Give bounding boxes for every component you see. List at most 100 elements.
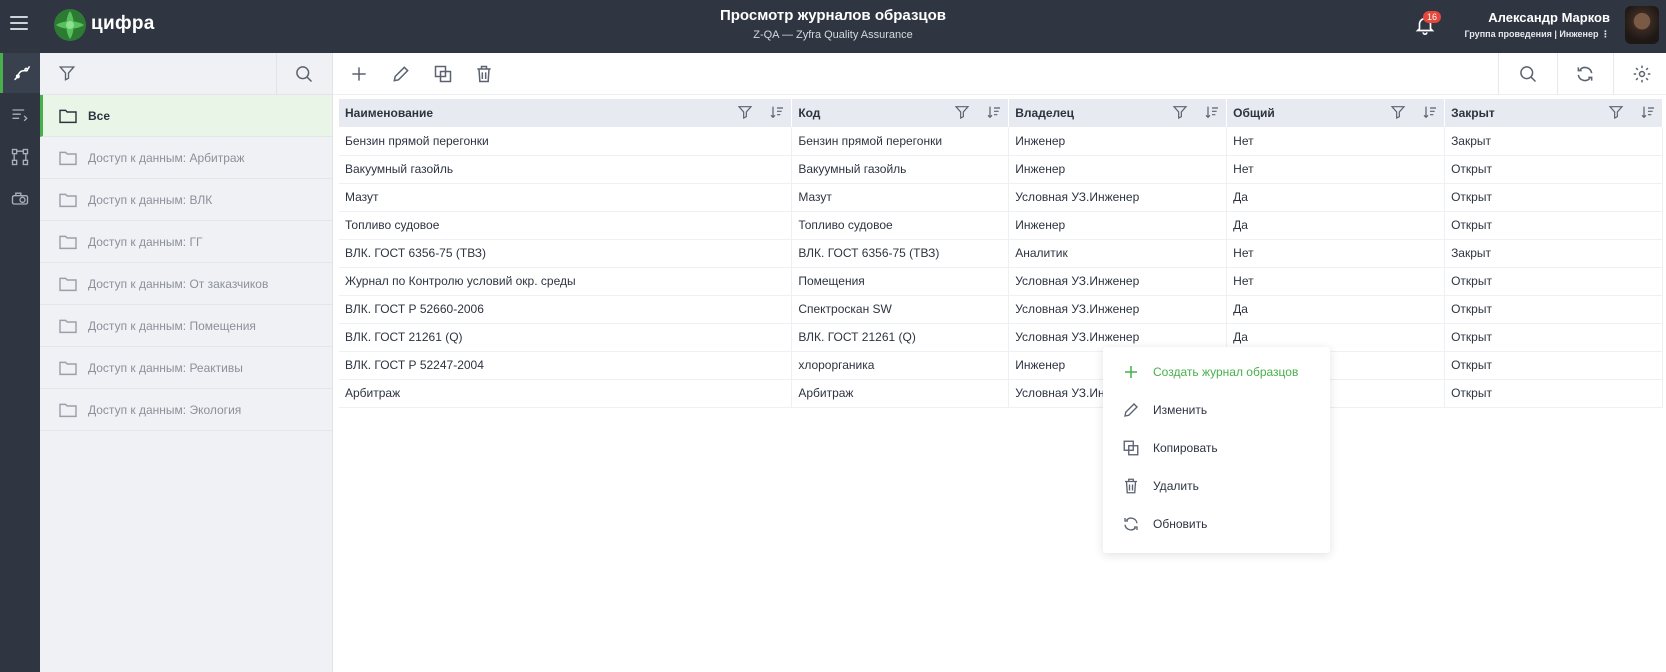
folder-icon xyxy=(59,151,77,165)
table-cell: Условная УЗ.Инженер xyxy=(1008,295,1228,324)
column-header-label: Общий xyxy=(1233,106,1275,120)
refresh-menu-item[interactable]: Обновить xyxy=(1103,505,1330,543)
table-cell: Условная УЗ.Инженер xyxy=(1008,267,1228,296)
table-cell: Открыт xyxy=(1444,267,1663,296)
table-cell: Открыт xyxy=(1444,323,1663,352)
refresh-icon[interactable] xyxy=(1575,64,1595,84)
table-cell: Топливо судовое xyxy=(791,211,1010,240)
table-cell: Нет xyxy=(1226,239,1446,268)
sort-icon[interactable] xyxy=(1640,104,1656,120)
menu-icon[interactable] xyxy=(10,16,28,34)
logo-icon xyxy=(54,9,86,41)
table-cell: Вакуумный газойль xyxy=(791,155,1010,184)
table-row[interactable]: ВЛК. ГОСТ 6356-75 (ТВЗ) ВЛК. ГОСТ 6356-75… xyxy=(339,239,1663,268)
sidebar: Все Доступ к данным: Арбитраж Доступ к д… xyxy=(40,53,333,672)
sort-icon[interactable] xyxy=(986,104,1002,120)
table-row[interactable]: Бензин прямой перегонки Бензин прямой пер… xyxy=(339,127,1663,156)
copy-menu-item[interactable]: Копировать xyxy=(1103,429,1330,467)
table-cell: Открыт xyxy=(1444,379,1663,408)
rail-list-icon[interactable] xyxy=(0,95,40,135)
sidebar-item-label: Доступ к данным: Реактивы xyxy=(88,360,243,375)
column-header-shared[interactable]: Общий xyxy=(1226,99,1446,127)
table-cell: Открыт xyxy=(1444,351,1663,380)
table-cell: Журнал по Контролю условий окр. среды xyxy=(339,267,793,296)
user-role: Группа проведения | Инженер ⋮ xyxy=(1464,29,1610,39)
table-cell: Закрыт xyxy=(1444,127,1663,156)
edit-menu-item[interactable]: Изменить xyxy=(1103,391,1330,429)
table-cell: Да xyxy=(1226,295,1446,324)
column-header-label: Код xyxy=(798,106,821,120)
table-cell: ВЛК. ГОСТ 6356-75 (ТВЗ) xyxy=(339,239,793,268)
table-row[interactable]: Арбитраж Арбитраж Условная УЗ.Ин Открыт xyxy=(339,379,1663,408)
edit-icon[interactable] xyxy=(391,64,411,84)
gear-icon[interactable] xyxy=(1632,64,1652,84)
table-cell: Закрыт xyxy=(1444,239,1663,268)
folder-icon xyxy=(59,193,77,207)
delete-menu-item[interactable]: Удалить xyxy=(1103,467,1330,505)
add-icon[interactable] xyxy=(349,64,369,84)
filter-icon[interactable] xyxy=(1390,104,1406,120)
table-row[interactable]: ВЛК. ГОСТ Р 52247-2004 хлорорганика Инжене… xyxy=(339,351,1663,380)
copy-icon xyxy=(1123,440,1139,456)
column-header-name[interactable]: Наименование xyxy=(339,99,793,127)
sidebar-item-ecology[interactable]: Доступ к данным: Экология xyxy=(40,389,332,431)
sort-icon[interactable] xyxy=(1204,104,1220,120)
menu-item-label: Удалить xyxy=(1153,479,1199,493)
folder-icon xyxy=(59,235,77,249)
table-row[interactable]: Вакуумный газойль Вакуумный газойль Инжене… xyxy=(339,155,1663,184)
nav-rail xyxy=(0,53,40,672)
delete-icon[interactable] xyxy=(474,64,494,84)
delete-icon xyxy=(1125,478,1137,494)
create-journal-menu-item[interactable]: Создать журнал образцов xyxy=(1103,353,1330,391)
notification-badge: 16 xyxy=(1423,11,1442,23)
column-header-code[interactable]: Код xyxy=(791,99,1010,127)
sidebar-item-arbitrage[interactable]: Доступ к данным: Арбитраж xyxy=(40,137,332,179)
rail-journals-icon[interactable] xyxy=(0,53,40,93)
column-header-closed[interactable]: Закрыт xyxy=(1444,99,1663,127)
menu-item-label: Копировать xyxy=(1153,441,1218,455)
table-cell: Мазут xyxy=(791,183,1010,212)
table-row[interactable]: Мазут Мазут Условная УЗ.Инженер Да Открыт xyxy=(339,183,1663,212)
sidebar-item-vlk[interactable]: Доступ к данным: ВЛК xyxy=(40,179,332,221)
table-row[interactable]: ВЛК. ГОСТ 21261 (Q) ВЛК. ГОСТ 21261 (Q) Ус… xyxy=(339,323,1663,352)
table-cell: Открыт xyxy=(1444,155,1663,184)
filter-icon[interactable] xyxy=(58,64,76,82)
filter-icon[interactable] xyxy=(1172,104,1188,120)
sort-icon[interactable] xyxy=(1422,104,1438,120)
avatar[interactable] xyxy=(1625,6,1659,44)
table-row[interactable]: Журнал по Контролю условий окр. среды Пом… xyxy=(339,267,1663,296)
rail-structure-icon[interactable] xyxy=(0,137,40,177)
table-cell: Помещения xyxy=(791,267,1010,296)
sidebar-item-rooms[interactable]: Доступ к данным: Помещения xyxy=(40,305,332,347)
table-row[interactable]: Топливо судовое Топливо судовое Инженер Да О… xyxy=(339,211,1663,240)
search-icon[interactable] xyxy=(294,64,314,84)
search-icon[interactable] xyxy=(1518,64,1538,84)
folder-icon xyxy=(59,361,77,375)
table-cell: Инженер xyxy=(1008,155,1228,184)
copy-icon[interactable] xyxy=(433,64,453,84)
column-header-owner[interactable]: Владелец xyxy=(1008,99,1228,127)
main-content: Наименование Код Владелец Общий Закрыт Б… xyxy=(333,53,1666,672)
journals-table: Наименование Код Владелец Общий Закрыт Б… xyxy=(339,99,1663,408)
menu-item-label: Создать журнал образцов xyxy=(1153,365,1299,379)
table-cell: Топливо судовое xyxy=(339,211,793,240)
filter-icon[interactable] xyxy=(737,104,753,120)
folder-icon xyxy=(59,319,77,333)
sidebar-item-reagents[interactable]: Доступ к данным: Реактивы xyxy=(40,347,332,389)
table-cell: ВЛК. ГОСТ 21261 (Q) xyxy=(791,323,1010,352)
table-cell: ВЛК. ГОСТ 6356-75 (ТВЗ) xyxy=(791,239,1010,268)
sidebar-item-gg[interactable]: Доступ к данным: ГГ xyxy=(40,221,332,263)
add-icon xyxy=(1125,366,1137,378)
table-row[interactable]: ВЛК. ГОСТ Р 52660-2006 Спектроскан SW Усло… xyxy=(339,295,1663,324)
filter-icon[interactable] xyxy=(1608,104,1624,120)
sidebar-item-all[interactable]: Все xyxy=(40,95,332,137)
sort-icon[interactable] xyxy=(769,104,785,120)
table-cell: Бензин прямой перегонки xyxy=(791,127,1010,156)
top-bar: цифра Просмотр журналов образцов Z-QA — … xyxy=(0,0,1666,53)
sidebar-item-customers[interactable]: Доступ к данным: От заказчиков xyxy=(40,263,332,305)
filter-icon[interactable] xyxy=(954,104,970,120)
refresh-icon xyxy=(1124,517,1138,531)
folder-icon xyxy=(59,277,77,291)
rail-equipment-icon[interactable] xyxy=(0,179,40,219)
user-info[interactable]: Александр Марков Группа проведения | Инж… xyxy=(1465,10,1610,40)
